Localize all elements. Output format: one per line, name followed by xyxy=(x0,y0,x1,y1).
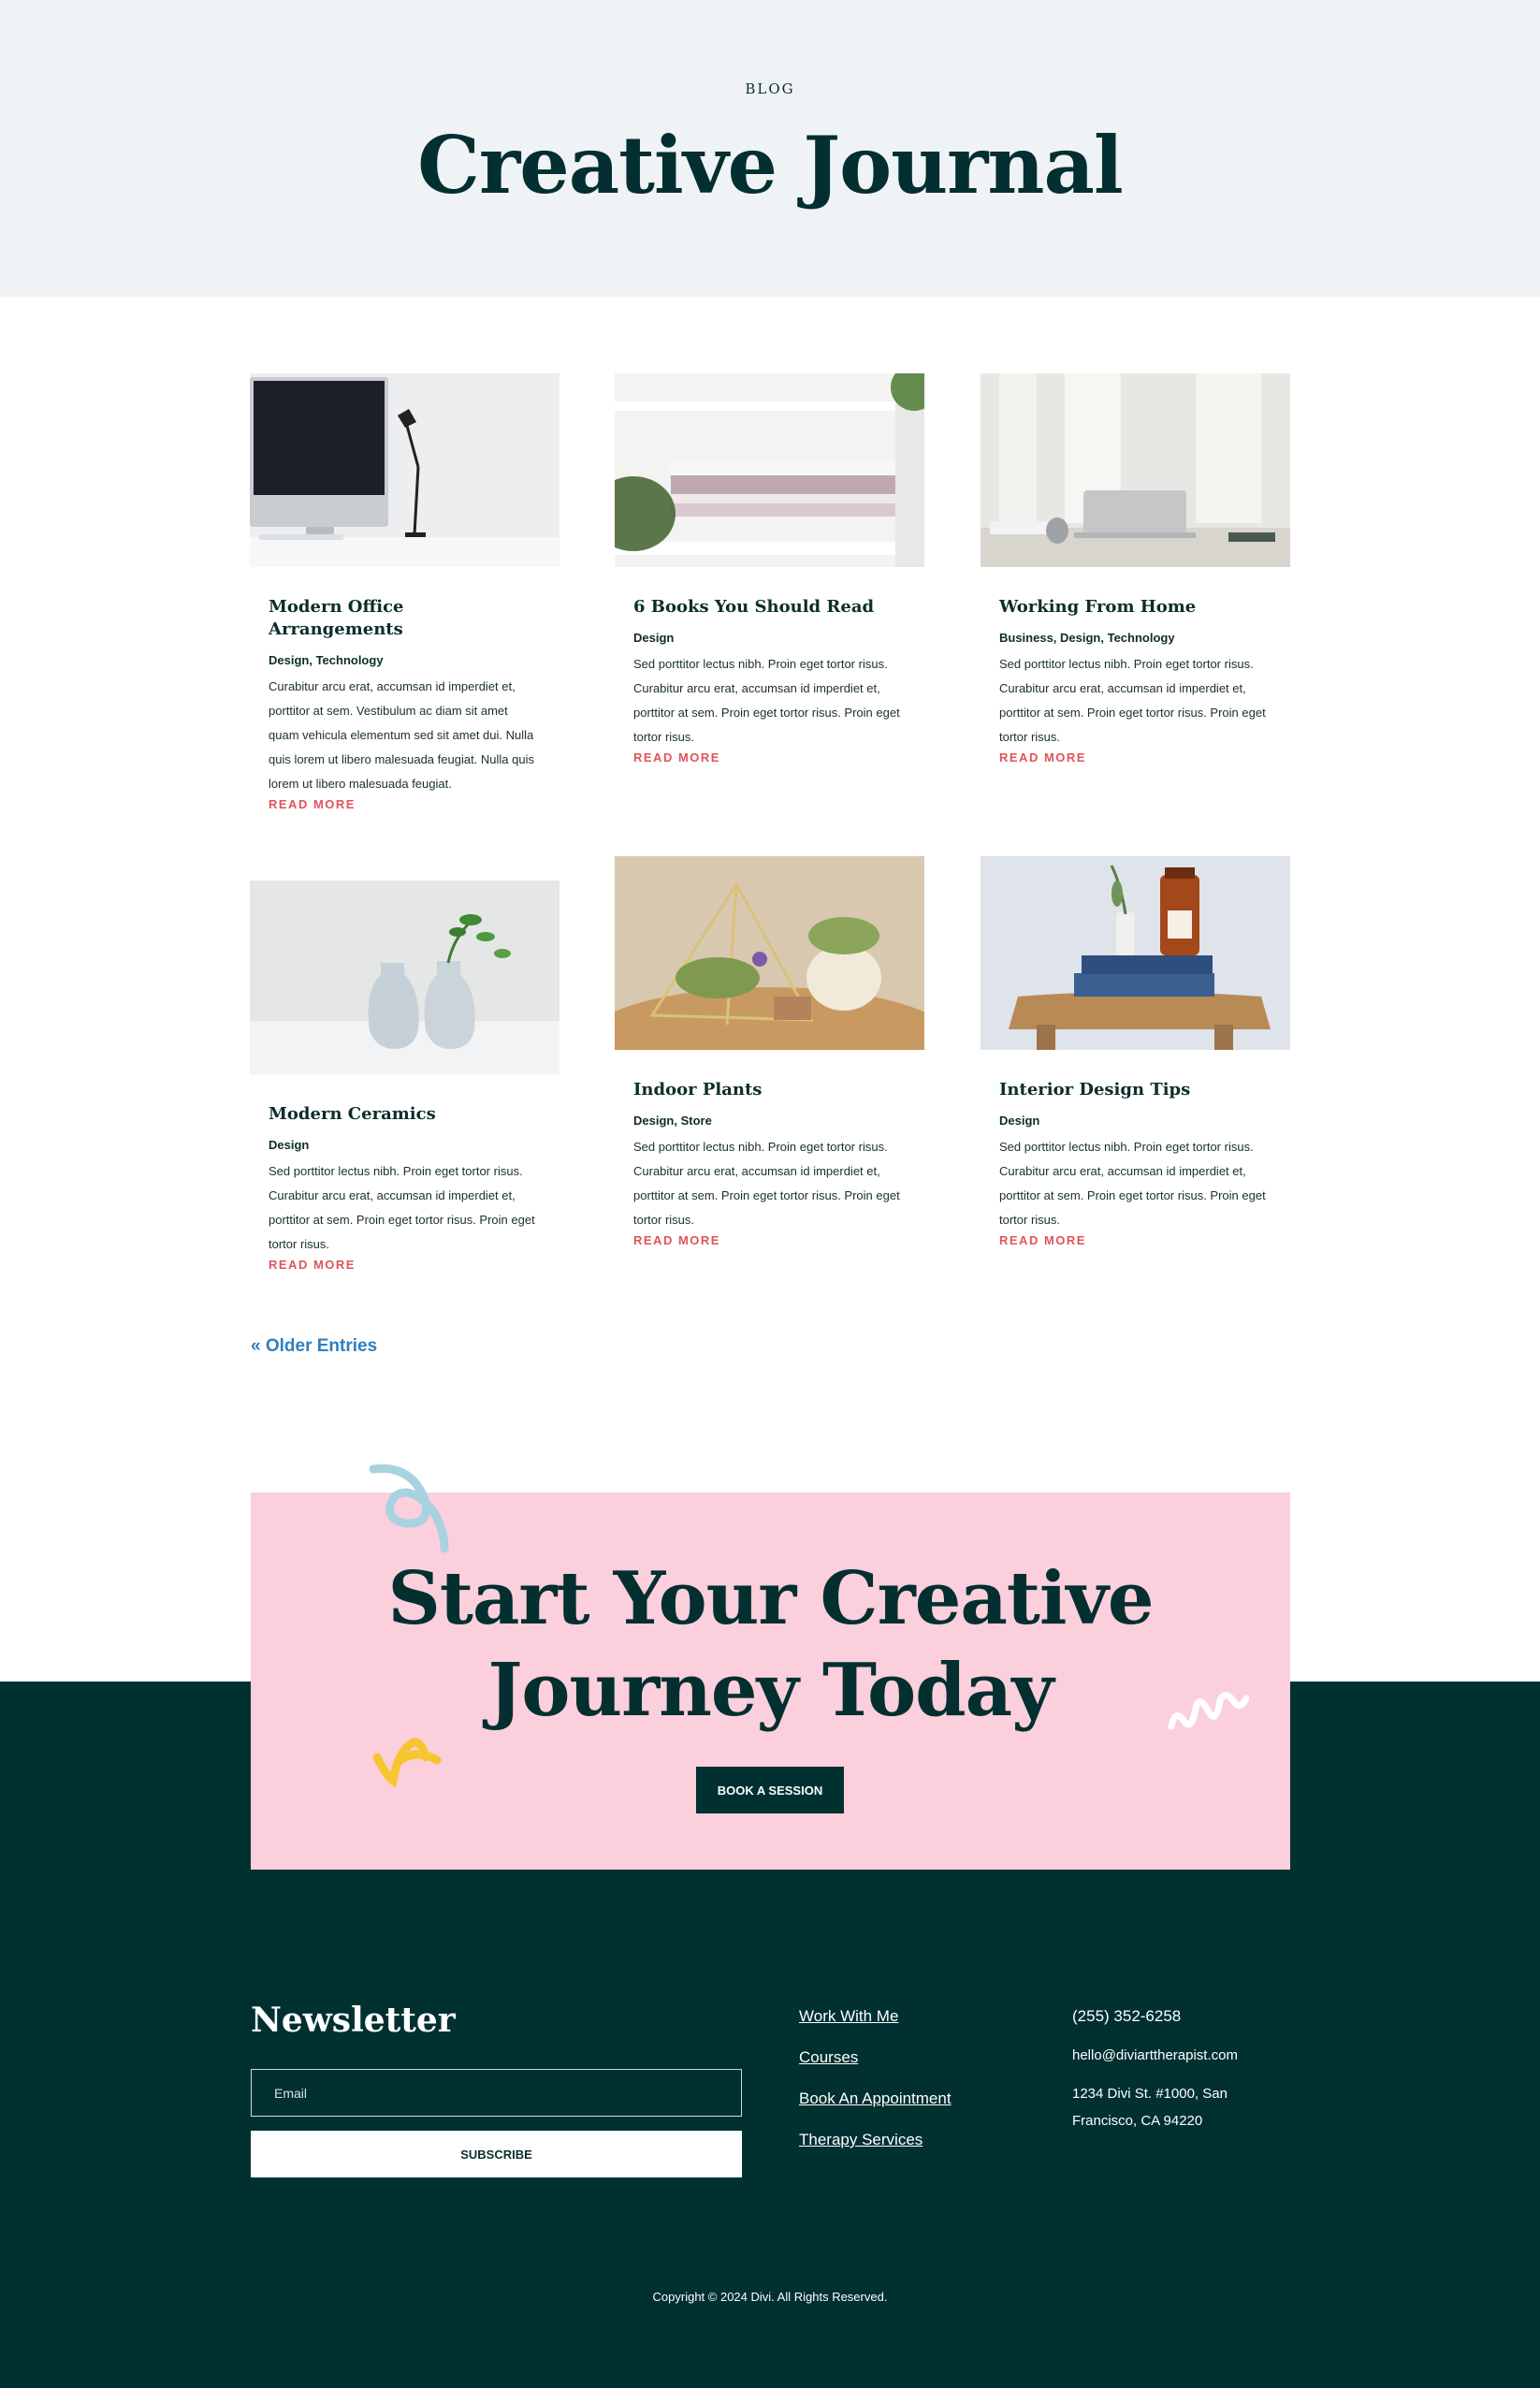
footer-links: Work With Me Courses Book An Appointment… xyxy=(799,2005,952,2170)
read-more-link[interactable]: READ MORE xyxy=(999,748,1086,768)
post-card: Indoor Plants Design, Store Sed porttito… xyxy=(615,856,924,1251)
footer-link-courses[interactable]: Courses xyxy=(799,2046,952,2069)
post-categories[interactable]: Design, Technology xyxy=(269,652,541,669)
post-categories[interactable]: Design xyxy=(999,1113,1271,1129)
blue-squiggle-icon xyxy=(369,1463,449,1553)
post-categories[interactable]: Design xyxy=(269,1137,541,1154)
read-more-link[interactable]: READ MORE xyxy=(269,1255,356,1275)
post-title[interactable]: Modern Office Arrangements xyxy=(269,596,541,641)
post-card: Modern Ceramics Design Sed porttitor lec… xyxy=(250,881,559,1275)
post-excerpt: Sed porttitor lectus nibh. Proin eget to… xyxy=(999,657,1266,744)
page-title: Creative Journal xyxy=(417,119,1124,211)
footer-contact: (255) 352-6258 hello@diviarttherapist.co… xyxy=(1072,2005,1278,2134)
post-title[interactable]: Indoor Plants xyxy=(633,1079,906,1101)
cta-title-line1: Start Your Creative xyxy=(387,1556,1154,1641)
post-title[interactable]: Working From Home xyxy=(999,596,1271,619)
post-thumbnail-ceramics[interactable] xyxy=(250,881,559,1074)
post-excerpt: Curabitur arcu erat, accumsan id imperdi… xyxy=(269,679,534,791)
email-field[interactable] xyxy=(251,2069,742,2117)
contact-address: 1234 Divi St. #1000, San Francisco, CA 9… xyxy=(1072,2086,1228,2129)
hero-eyebrow: BLOG xyxy=(745,80,795,97)
footer-link-work-with-me[interactable]: Work With Me xyxy=(799,2005,952,2028)
footer-link-book-appointment[interactable]: Book An Appointment xyxy=(799,2088,952,2110)
post-title[interactable]: Interior Design Tips xyxy=(999,1079,1271,1101)
post-excerpt: Sed porttitor lectus nibh. Proin eget to… xyxy=(633,1140,900,1227)
older-entries-link[interactable]: « Older Entries xyxy=(251,1336,377,1357)
post-title[interactable]: 6 Books You Should Read xyxy=(633,596,906,619)
office-desk-image xyxy=(250,373,559,567)
post-card: Interior Design Tips Design Sed porttito… xyxy=(981,856,1290,1251)
cta-title-line2: Journey Today xyxy=(487,1648,1053,1733)
post-excerpt: Sed porttitor lectus nibh. Proin eget to… xyxy=(269,1164,535,1251)
books-shelf-image xyxy=(615,373,924,567)
read-more-link[interactable]: READ MORE xyxy=(269,794,356,815)
post-thumbnail-plants[interactable] xyxy=(615,856,924,1050)
cta-banner: Start Your Creative Journey Today BOOK A… xyxy=(251,1463,1290,1870)
contact-phone[interactable]: (255) 352-6258 xyxy=(1072,2005,1278,2028)
post-thumbnail-interior[interactable] xyxy=(981,856,1290,1050)
read-more-link[interactable]: READ MORE xyxy=(633,748,720,768)
post-title[interactable]: Modern Ceramics xyxy=(269,1103,541,1126)
laptop-desk-image xyxy=(981,373,1290,567)
copyright-text: Copyright © 2024 Divi. All Rights Reserv… xyxy=(652,2290,888,2304)
post-card: Modern Office Arrangements Design, Techn… xyxy=(250,373,559,815)
post-excerpt: Sed porttitor lectus nibh. Proin eget to… xyxy=(633,657,900,744)
post-card: 6 Books You Should Read Design Sed portt… xyxy=(615,373,924,768)
subscribe-button[interactable]: SUBSCRIBE xyxy=(251,2131,742,2177)
post-categories[interactable]: Business, Design, Technology xyxy=(999,630,1271,647)
newsletter-title: Newsletter xyxy=(251,2001,456,2040)
post-categories[interactable]: Design xyxy=(633,630,906,647)
hero-section: BLOG Creative Journal xyxy=(0,0,1540,297)
post-categories[interactable]: Design, Store xyxy=(633,1113,906,1129)
post-thumbnail-workhome[interactable] xyxy=(981,373,1290,567)
read-more-link[interactable]: READ MORE xyxy=(633,1230,720,1251)
post-excerpt: Sed porttitor lectus nibh. Proin eget to… xyxy=(999,1140,1266,1227)
book-session-button[interactable]: BOOK A SESSION xyxy=(696,1767,844,1813)
ceramic-vases-image xyxy=(250,881,559,1074)
books-stool-image xyxy=(981,856,1290,1050)
cta-title: Start Your Creative Journey Today xyxy=(251,1553,1290,1737)
post-thumbnail-books[interactable] xyxy=(615,373,924,567)
contact-email[interactable]: hello@diviarttherapist.com xyxy=(1072,2046,1278,2066)
air-plants-image xyxy=(615,856,924,1050)
read-more-link[interactable]: READ MORE xyxy=(999,1230,1086,1251)
footer-link-therapy-services[interactable]: Therapy Services xyxy=(799,2129,952,2151)
post-thumbnail-office[interactable] xyxy=(250,373,559,567)
post-card: Working From Home Business, Design, Tech… xyxy=(981,373,1290,768)
